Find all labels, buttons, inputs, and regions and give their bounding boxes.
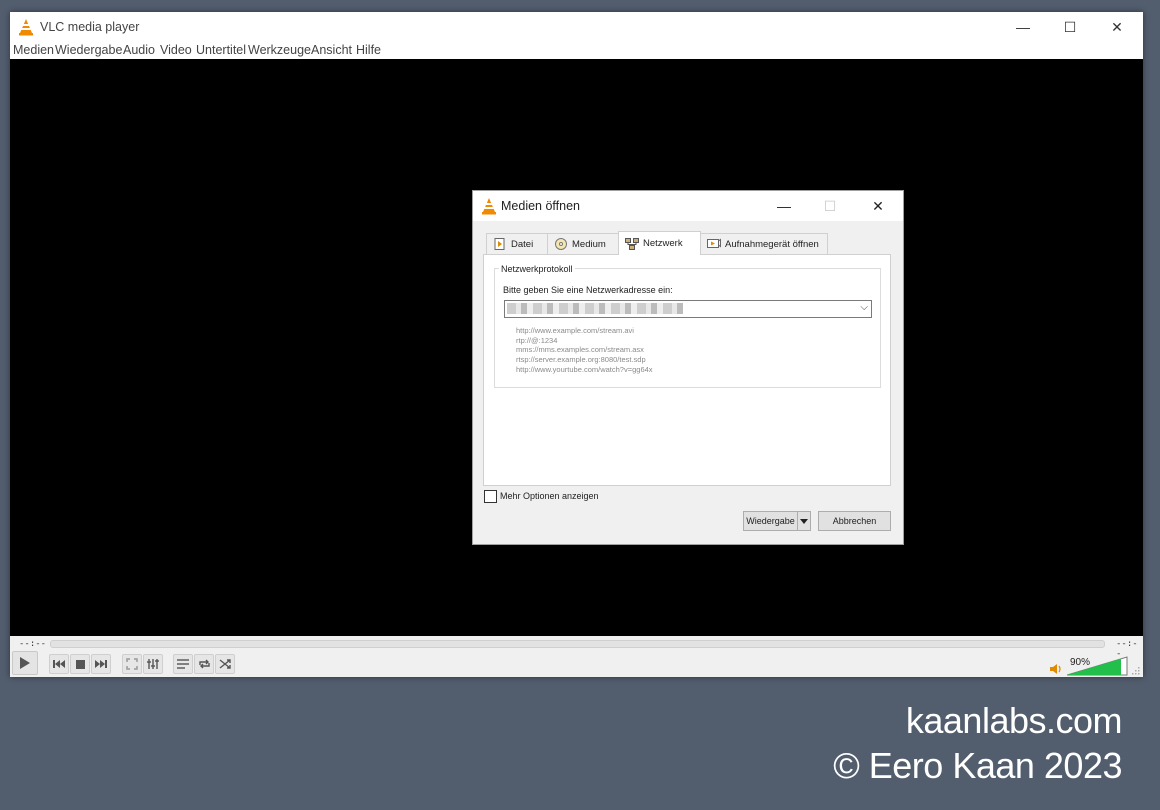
tab-medium-label: Medium: [572, 238, 606, 250]
redacted-address-value: [507, 303, 683, 314]
dialog-title: Medien öffnen: [501, 199, 580, 213]
group-title: Netzwerkprotokoll: [499, 264, 575, 274]
skip-forward-icon: [95, 660, 107, 668]
playlist-icon: [177, 659, 189, 669]
menu-werkzeuge[interactable]: Werkzeuge: [248, 43, 311, 57]
previous-button[interactable]: [49, 654, 69, 674]
dialog-minimize-button[interactable]: —: [763, 191, 805, 221]
network-address-label: Bitte geben Sie eine Netzwerkadresse ein…: [503, 285, 673, 295]
speaker-icon[interactable]: [1049, 663, 1063, 675]
resize-grip-icon[interactable]: [1131, 666, 1140, 675]
tab-netzwerk-label: Netzwerk: [643, 238, 683, 249]
volume-slider[interactable]: [1067, 656, 1129, 676]
title-bar: VLC media player — ☐ ✕: [10, 12, 1143, 42]
shuffle-button[interactable]: [215, 654, 235, 674]
dialog-close-button[interactable]: ✕: [857, 191, 899, 221]
example-line: mms://mms.examples.com/stream.asx: [516, 345, 644, 355]
menu-medien[interactable]: Medien: [13, 43, 54, 57]
menu-wiedergabe[interactable]: Wiedergabe: [55, 43, 122, 57]
dialog-title-bar: Medien öffnen — ☐ ✕: [473, 191, 903, 221]
menu-bar: Medien Wiedergabe Audio Video Untertitel…: [10, 43, 1143, 59]
minimize-icon: —: [1016, 19, 1030, 35]
maximize-icon: ☐: [1063, 18, 1077, 35]
stop-button[interactable]: [70, 654, 90, 674]
minimize-button[interactable]: —: [1000, 12, 1046, 42]
next-button[interactable]: [91, 654, 111, 674]
tab-datei[interactable]: Datei: [486, 233, 548, 254]
seek-slider[interactable]: [50, 640, 1105, 648]
playlist-button[interactable]: [173, 654, 193, 674]
vlc-cone-icon: [19, 19, 33, 36]
close-icon: ✕: [872, 197, 884, 214]
fullscreen-button[interactable]: [122, 654, 142, 674]
extended-settings-button[interactable]: [143, 654, 163, 674]
example-line: rtsp://server.example.org:8080/test.sdp: [516, 355, 646, 365]
example-line: http://www.yourtube.com/watch?v=gg64x: [516, 364, 653, 374]
open-media-dialog: Medien öffnen — ☐ ✕ Datei Medium Netzwer…: [472, 190, 904, 545]
watermark-site: kaanlabs.com: [905, 700, 1123, 741]
more-options-label[interactable]: Mehr Optionen anzeigen: [500, 491, 599, 501]
cancel-button-label: Abbrechen: [832, 516, 877, 526]
close-button[interactable]: ✕: [1094, 12, 1140, 42]
shuffle-icon: [219, 659, 231, 669]
tab-netzwerk[interactable]: Netzwerk: [618, 231, 701, 255]
network-icon: [625, 237, 639, 250]
equalizer-icon: [147, 659, 159, 669]
window-title: VLC media player: [40, 20, 140, 34]
network-tab-panel: Netzwerkprotokoll Bitte geben Sie eine N…: [483, 254, 891, 486]
file-icon: [494, 238, 505, 250]
caret-down-icon: [800, 518, 808, 524]
more-options-checkbox[interactable]: [484, 490, 497, 503]
play-button[interactable]: [12, 651, 38, 675]
tab-medium[interactable]: Medium: [547, 233, 619, 254]
menu-video[interactable]: Video: [160, 43, 192, 57]
disc-icon: [555, 238, 567, 250]
stop-icon: [75, 659, 85, 669]
maximize-icon: ☐: [823, 197, 837, 214]
fullscreen-icon: [126, 658, 138, 670]
capture-device-icon: [707, 238, 721, 248]
dialog-maximize-button: ☐: [809, 191, 851, 221]
close-icon: ✕: [1111, 18, 1123, 35]
network-address-combobox[interactable]: ⌵: [504, 300, 872, 318]
tab-aufnahmegeraet-label: Aufnahmegerät öffnen: [725, 238, 819, 250]
play-button-dialog[interactable]: Wiedergabe: [743, 511, 798, 531]
address-examples: http://www.example.com/stream.avi rtp://…: [516, 326, 653, 375]
maximize-button[interactable]: ☐: [1047, 12, 1093, 42]
play-options-dropdown[interactable]: [797, 511, 811, 531]
playback-controls: --:-- --:-- 90%: [10, 636, 1143, 677]
loop-button[interactable]: [194, 654, 214, 674]
loop-icon: [198, 659, 210, 669]
menu-untertitel[interactable]: Untertitel: [196, 43, 246, 57]
watermark-copyright: © Eero Kaan 2023: [833, 745, 1122, 786]
example-line: http://www.example.com/stream.avi: [516, 326, 634, 335]
chevron-down-icon[interactable]: ⌵: [860, 302, 868, 313]
menu-ansicht[interactable]: Ansicht: [311, 43, 352, 57]
menu-audio[interactable]: Audio: [123, 43, 155, 57]
play-button-label: Wiedergabe: [746, 516, 795, 526]
time-elapsed: --:--: [19, 639, 47, 649]
cancel-button[interactable]: Abbrechen: [818, 511, 891, 531]
minimize-icon: —: [777, 198, 791, 214]
tab-aufnahmegeraet[interactable]: Aufnahmegerät öffnen: [700, 233, 828, 254]
example-line: rtp://@:1234: [516, 335, 558, 345]
tab-datei-label: Datei: [511, 238, 534, 250]
skip-back-icon: [53, 660, 65, 668]
menu-hilfe[interactable]: Hilfe: [356, 43, 381, 57]
play-icon: [20, 657, 30, 669]
vlc-cone-icon: [482, 198, 496, 215]
